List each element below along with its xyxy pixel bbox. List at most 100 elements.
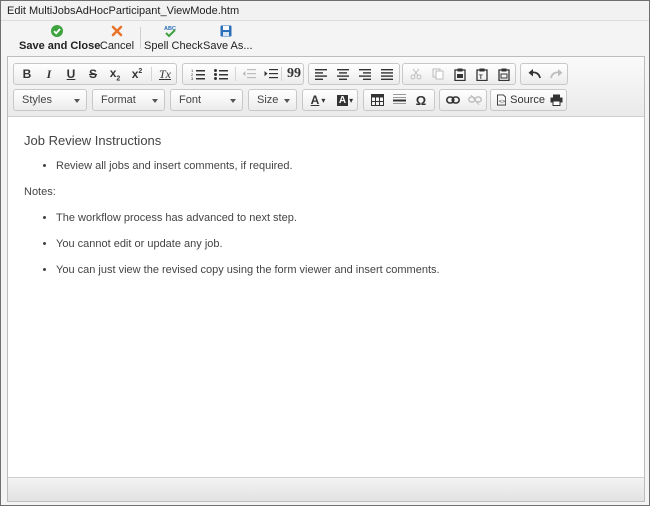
- format-label: Format: [101, 94, 136, 106]
- spell-check-button[interactable]: ABC Spell Check: [144, 22, 203, 54]
- align-right-button[interactable]: [354, 64, 376, 84]
- remove-format-button[interactable]: Tx: [154, 64, 176, 84]
- links-group: [439, 89, 487, 111]
- subscript-mark: 2: [116, 75, 121, 83]
- scissors-icon: [410, 68, 422, 80]
- floppy-disk-icon: [220, 25, 232, 37]
- notes-list: The workflow process has advanced to nex…: [56, 212, 628, 276]
- save-and-close-button[interactable]: Save and Close: [19, 22, 101, 54]
- svg-text:T: T: [479, 75, 483, 81]
- list-item: You can just view the revised copy using…: [56, 264, 628, 276]
- list-item: The workflow process has advanced to nex…: [56, 212, 628, 224]
- window-title: Edit MultiJobsAdHocParticipant_ViewMode.…: [1, 1, 649, 21]
- cancel-button[interactable]: Cancel: [99, 22, 135, 54]
- undo-redo-group: [520, 63, 568, 85]
- table-button[interactable]: [366, 90, 388, 110]
- superscript-mark: 2: [138, 68, 143, 75]
- cancel-label: Cancel: [99, 40, 135, 52]
- outdent-icon: [242, 69, 256, 79]
- group-separator: [281, 67, 282, 81]
- bold-icon: B: [22, 67, 32, 81]
- paste-button[interactable]: [449, 64, 471, 84]
- spell-check-label: Spell Check: [144, 40, 203, 52]
- unlink-button[interactable]: [464, 90, 486, 110]
- bullet-list-button[interactable]: [210, 64, 232, 84]
- list-item: You cannot edit or update any job.: [56, 238, 628, 250]
- decrease-indent-button[interactable]: [238, 64, 260, 84]
- horizontal-line-button[interactable]: [388, 90, 410, 110]
- underline-icon: U: [66, 67, 76, 81]
- strikethrough-button[interactable]: S: [82, 64, 104, 84]
- font-dropdown[interactable]: Font: [170, 89, 243, 111]
- paste-text-button[interactable]: T: [471, 64, 493, 84]
- indent-icon: [264, 69, 278, 79]
- basic-styles-group: B I U S x2 x2 Tx: [13, 63, 177, 85]
- copy-icon: [432, 68, 444, 80]
- clipboard-icon: [454, 68, 466, 81]
- check-circle-icon: [51, 25, 63, 37]
- size-dropdown[interactable]: Size: [248, 89, 297, 111]
- blockquote-button[interactable]: 99: [283, 64, 305, 84]
- editor-content[interactable]: Job Review Instructions Review all jobs …: [8, 117, 644, 477]
- size-label: Size: [257, 94, 279, 106]
- styles-dropdown[interactable]: Styles: [13, 89, 87, 111]
- print-button[interactable]: [545, 90, 567, 110]
- paste-text-icon: T: [476, 68, 488, 81]
- editor-window: Edit MultiJobsAdHocParticipant_ViewMode.…: [0, 0, 650, 506]
- bold-button[interactable]: B: [16, 64, 38, 84]
- styles-label: Styles: [22, 94, 52, 106]
- font-label: Font: [179, 94, 202, 106]
- table-icon: [370, 94, 384, 106]
- group-separator: [235, 67, 236, 81]
- format-dropdown[interactable]: Format: [92, 89, 165, 111]
- numbered-list-button[interactable]: 123: [187, 64, 209, 84]
- underline-button[interactable]: U: [60, 64, 82, 84]
- notes-label: Notes:: [24, 186, 56, 198]
- instructions-list: Review all jobs and insert comments, if …: [56, 160, 628, 172]
- superscript-button[interactable]: x2: [126, 64, 148, 84]
- source-button[interactable]: <> Source: [493, 90, 545, 110]
- bullet-list-icon: [214, 69, 228, 80]
- align-left-icon: [315, 68, 327, 80]
- document-heading: Job Review Instructions: [24, 133, 162, 148]
- paste-word-button[interactable]: [493, 64, 515, 84]
- save-as-label: Save As...: [203, 40, 253, 52]
- clipboard-group: T: [402, 63, 516, 85]
- align-center-button[interactable]: [332, 64, 354, 84]
- editor-toolbar: B I U S x2 x2 Tx 123 99 T Styles Format …: [8, 57, 644, 117]
- copy-button[interactable]: [427, 64, 449, 84]
- subscript-button[interactable]: x2: [104, 64, 126, 84]
- action-bar: Save and Close Cancel ABC Spell Check Sa…: [7, 21, 643, 55]
- editor-status-bar: [8, 477, 644, 501]
- chevron-down-icon: ▾: [321, 95, 326, 105]
- list-item: Review all jobs and insert comments, if …: [56, 160, 628, 172]
- justify-icon: [381, 68, 393, 80]
- chevron-down-icon: [230, 99, 236, 103]
- align-left-button[interactable]: [310, 64, 332, 84]
- x-icon: [111, 25, 123, 37]
- background-color-button[interactable]: A ▾: [333, 90, 357, 110]
- redo-button[interactable]: [545, 64, 567, 84]
- cut-button[interactable]: [405, 64, 427, 84]
- blockquote-icon: 99: [287, 66, 301, 81]
- colors-group: A ▾ A ▾: [302, 89, 358, 111]
- italic-button[interactable]: I: [38, 64, 60, 84]
- save-as-button[interactable]: Save As...: [203, 22, 253, 54]
- chevron-down-icon: [284, 99, 290, 103]
- background-color-icon: A: [336, 94, 349, 106]
- special-character-button[interactable]: Ω: [410, 90, 432, 110]
- unlink-icon: [468, 95, 482, 105]
- redo-icon: [549, 69, 562, 79]
- svg-text:<>: <>: [499, 99, 505, 105]
- italic-icon: I: [46, 66, 52, 81]
- paragraph-group: 123 99: [182, 63, 304, 85]
- increase-indent-button[interactable]: [260, 64, 282, 84]
- text-color-button[interactable]: A ▾: [305, 90, 331, 110]
- undo-button[interactable]: [523, 64, 545, 84]
- link-button[interactable]: [442, 90, 464, 110]
- undo-icon: [528, 69, 541, 79]
- strikethrough-icon: S: [88, 67, 97, 81]
- save-and-close-label: Save and Close: [19, 40, 101, 52]
- remove-format-icon: Tx: [159, 66, 171, 81]
- justify-button[interactable]: [376, 64, 398, 84]
